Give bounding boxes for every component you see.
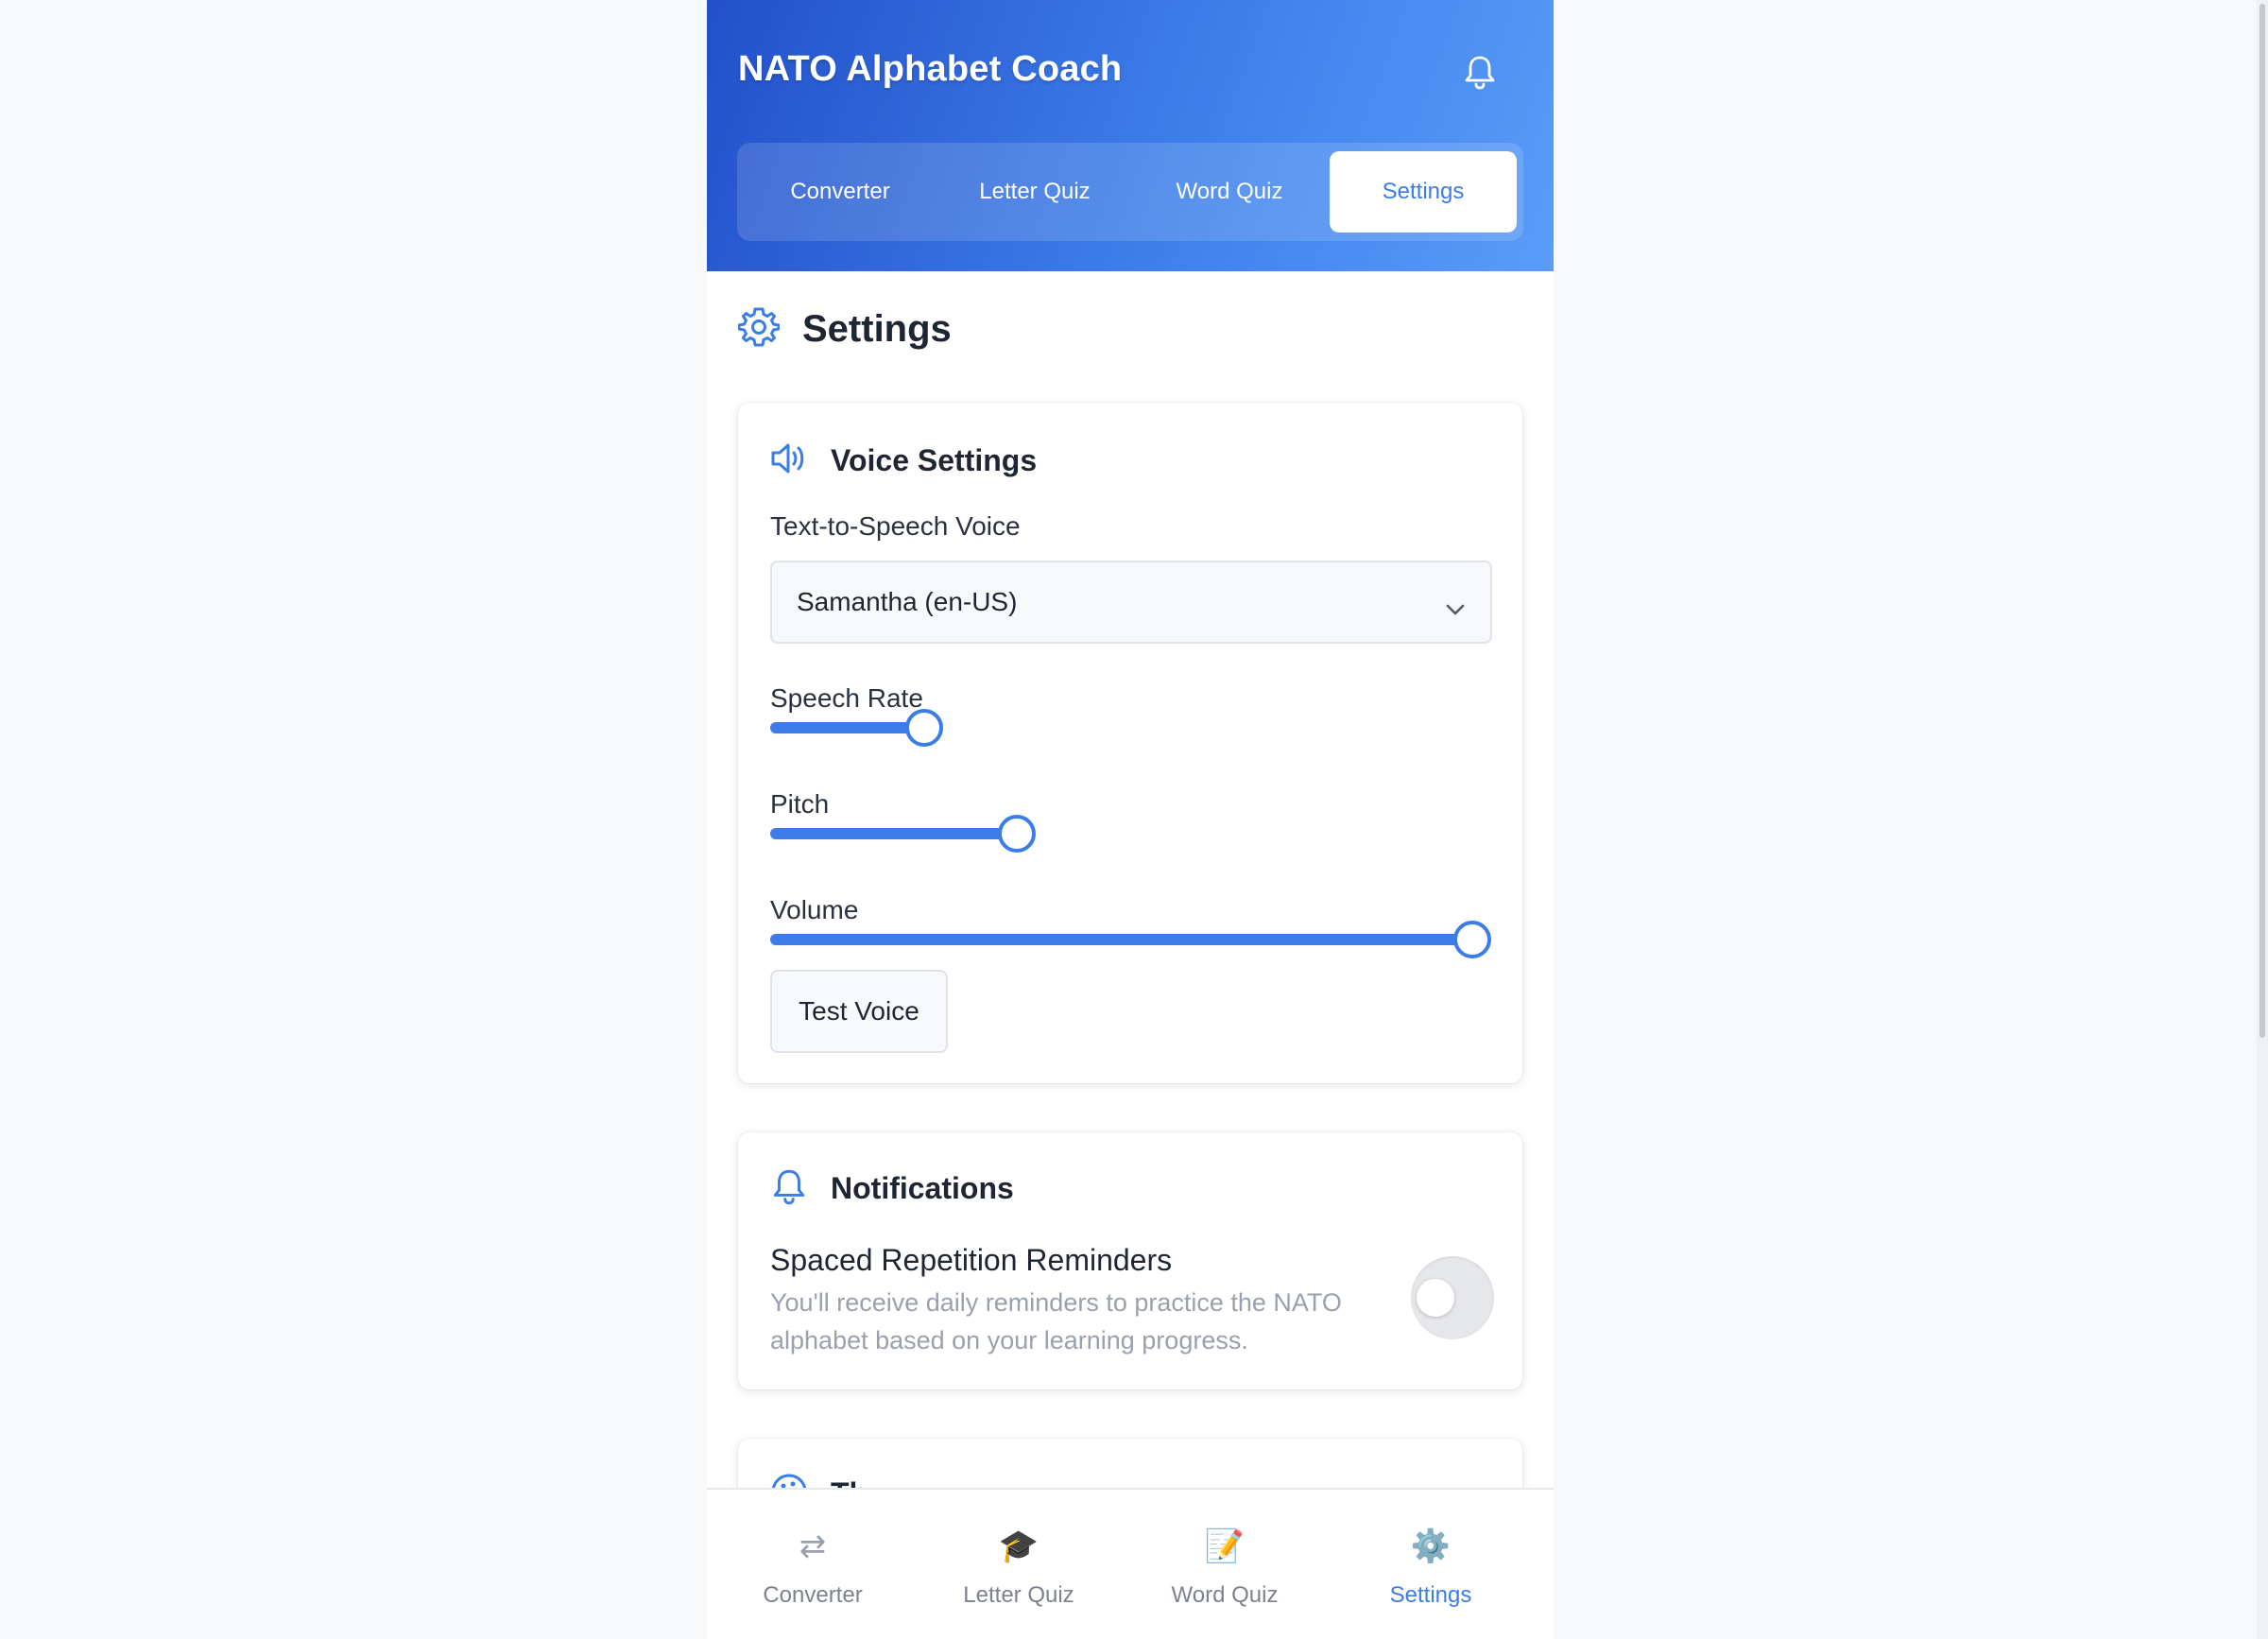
slider-thumb[interactable] — [905, 709, 944, 747]
tab-word-quiz[interactable]: Word Quiz — [1136, 151, 1323, 233]
page-header: Settings — [737, 306, 952, 353]
toggle-knob — [1417, 1279, 1454, 1317]
gear-icon — [737, 306, 781, 353]
graduation-cap-icon: 🎓 — [998, 1528, 1040, 1564]
notifications-bell-icon[interactable] — [1463, 53, 1497, 91]
tts-voice-select[interactable]: Samantha (en-US) — [770, 561, 1492, 644]
notifications-header: Notifications — [770, 1166, 1014, 1211]
slider-fill — [770, 828, 1018, 839]
bottom-nav-word-quiz[interactable]: 📝 Word Quiz — [1119, 1490, 1331, 1639]
selected-voice: Samantha (en-US) — [797, 587, 1018, 616]
bottom-nav-label: Settings — [1389, 1582, 1472, 1608]
bottom-nav-settings[interactable]: ⚙️ Settings — [1325, 1490, 1537, 1639]
pitch-slider[interactable] — [770, 815, 1492, 853]
speech-rate-slider[interactable] — [770, 709, 1492, 747]
app-title: NATO Alphabet Coach — [738, 49, 1123, 89]
scrollbar-thumb[interactable] — [2259, 4, 2265, 1038]
notifications-card: Notifications Spaced Repetition Reminder… — [738, 1132, 1522, 1389]
tab-settings[interactable]: Settings — [1330, 151, 1517, 233]
slider-thumb[interactable] — [998, 815, 1037, 853]
gear-icon: ⚙️ — [1410, 1528, 1452, 1564]
slider-fill — [770, 722, 925, 733]
voice-settings-header: Voice Settings — [770, 440, 1037, 481]
voice-settings-card: Voice Settings Text-to-Speech Voice Sama… — [738, 403, 1522, 1083]
bottom-nav-converter[interactable]: ⇄ Converter — [707, 1490, 919, 1639]
app-window: NATO Alphabet Coach Converter Letter Qui… — [707, 0, 1554, 1639]
tts-voice-label: Text-to-Speech Voice — [770, 511, 1021, 541]
page-title: Settings — [802, 308, 952, 350]
spaced-repetition-toggle[interactable] — [1411, 1256, 1494, 1339]
spaced-repetition-description: You'll receive daily reminders to practi… — [770, 1288, 1342, 1354]
bottom-navigation: ⇄ Converter 🎓 Letter Quiz 📝 Word Quiz ⚙️… — [707, 1488, 1554, 1639]
test-voice-button[interactable]: Test Voice — [770, 970, 948, 1053]
slider-thumb[interactable] — [1453, 921, 1492, 958]
tab-converter[interactable]: Converter — [747, 151, 934, 233]
bottom-nav-label: Word Quiz — [1171, 1582, 1279, 1608]
voice-settings-title: Voice Settings — [831, 443, 1038, 477]
tab-letter-quiz[interactable]: Letter Quiz — [941, 151, 1128, 233]
app-header: NATO Alphabet Coach Converter Letter Qui… — [707, 0, 1554, 271]
chevron-down-icon — [1445, 593, 1466, 623]
tab-bar: Converter Letter Quiz Word Quiz Settings — [737, 143, 1523, 241]
notifications-title: Notifications — [831, 1171, 1014, 1205]
swap-arrows-icon: ⇄ — [799, 1528, 827, 1564]
volume-slider[interactable] — [770, 921, 1492, 958]
memo-icon: 📝 — [1204, 1528, 1246, 1564]
bottom-nav-label: Letter Quiz — [963, 1582, 1074, 1608]
bottom-nav-label: Converter — [763, 1582, 863, 1608]
speaker-icon — [770, 440, 808, 481]
bottom-nav-letter-quiz[interactable]: 🎓 Letter Quiz — [913, 1490, 1125, 1639]
slider-fill — [770, 934, 1473, 945]
spaced-repetition-title: Spaced Repetition Reminders — [770, 1243, 1173, 1277]
bell-icon — [770, 1166, 808, 1211]
